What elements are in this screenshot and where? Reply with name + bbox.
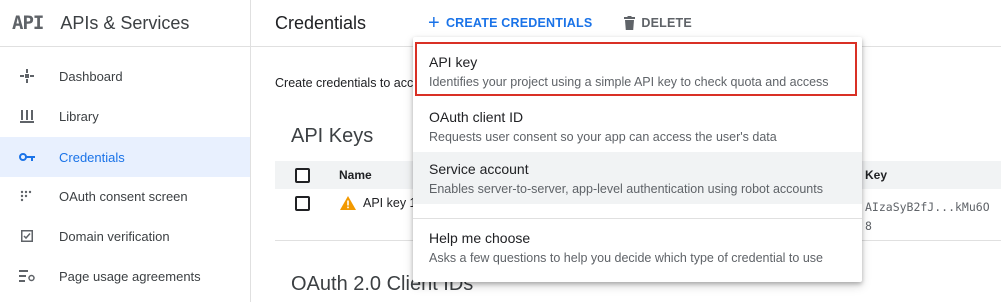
sidebar-item-domain-verification[interactable]: Domain verification <box>0 216 250 256</box>
sidebar-item-label: Credentials <box>59 149 125 165</box>
sidebar-item-dashboard[interactable]: Dashboard <box>0 56 250 96</box>
menu-item-oauth-client-id[interactable]: OAuth client ID Requests user consent so… <box>413 100 862 152</box>
menu-item-description: Requests user consent so your app can ac… <box>429 130 777 144</box>
menu-item-title: OAuth client ID <box>429 109 524 125</box>
app-title: APIs & Services <box>60 12 190 33</box>
page-title: Credentials <box>275 12 367 33</box>
page-description: Create credentials to acc <box>275 76 414 90</box>
sidebar-item-credentials[interactable]: Credentials <box>0 137 250 177</box>
api-key-value-line2: 8 <box>865 219 872 233</box>
column-header-name[interactable]: Name <box>339 168 372 182</box>
checkbox-icon <box>19 228 35 244</box>
sidebar-item-page-usage[interactable]: Page usage agreements <box>0 256 250 296</box>
menu-item-help-me-choose[interactable]: Help me choose Asks a few questions to h… <box>413 221 862 273</box>
dashboard-icon <box>19 68 35 84</box>
delete-label: DELETE <box>641 16 692 30</box>
menu-item-service-account[interactable]: Service account Enables server-to-server… <box>413 152 862 204</box>
sidebar: API APIs & Services Dashboard Library Cr… <box>0 0 251 302</box>
sidebar-item-label: OAuth consent screen <box>59 188 188 204</box>
api-keys-title: API Keys <box>291 125 374 147</box>
settings-list-icon <box>19 268 35 284</box>
trash-icon <box>624 16 636 30</box>
api-logo: API <box>12 12 44 34</box>
menu-item-api-key[interactable]: API key Identifies your project using a … <box>415 42 857 96</box>
api-key-value-line1: AIzaSyB2fJ...kMu6O <box>865 200 990 214</box>
select-all-checkbox[interactable] <box>295 168 310 183</box>
menu-item-description: Asks a few questions to help you decide … <box>429 251 823 265</box>
menu-item-description: Enables server-to-server, app-level auth… <box>429 182 823 196</box>
sidebar-item-label: Page usage agreements <box>59 268 201 284</box>
menu-item-title: Service account <box>429 161 529 177</box>
library-icon <box>19 108 35 124</box>
warning-icon <box>340 196 356 215</box>
key-icon <box>19 149 35 165</box>
row-checkbox[interactable] <box>295 196 310 211</box>
menu-divider <box>413 218 862 219</box>
api-key-name-link[interactable]: API key 1 <box>363 196 417 210</box>
create-credentials-button[interactable]: + CREATE CREDENTIALS <box>428 13 592 33</box>
menu-item-title: Help me choose <box>429 230 531 246</box>
menu-item-title: API key <box>429 54 478 70</box>
sidebar-item-label: Library <box>59 108 99 124</box>
sidebar-item-oauth-consent[interactable]: OAuth consent screen <box>0 176 250 216</box>
delete-button[interactable]: DELETE <box>624 16 692 30</box>
menu-item-description: Identifies your project using a simple A… <box>429 75 829 89</box>
api-key-value: AIzaSyB2fJ...kMu6O 8 <box>865 198 990 236</box>
create-credentials-menu: API key Identifies your project using a … <box>413 37 862 282</box>
plus-icon: + <box>428 12 440 34</box>
column-header-key: Key <box>865 168 888 182</box>
create-credentials-label: CREATE CREDENTIALS <box>445 16 593 30</box>
sidebar-item-label: Dashboard <box>59 68 123 84</box>
sidebar-header: API APIs & Services <box>0 0 250 47</box>
sidebar-item-library[interactable]: Library <box>0 96 250 136</box>
consent-icon <box>19 188 35 204</box>
sidebar-item-label: Domain verification <box>59 228 170 244</box>
